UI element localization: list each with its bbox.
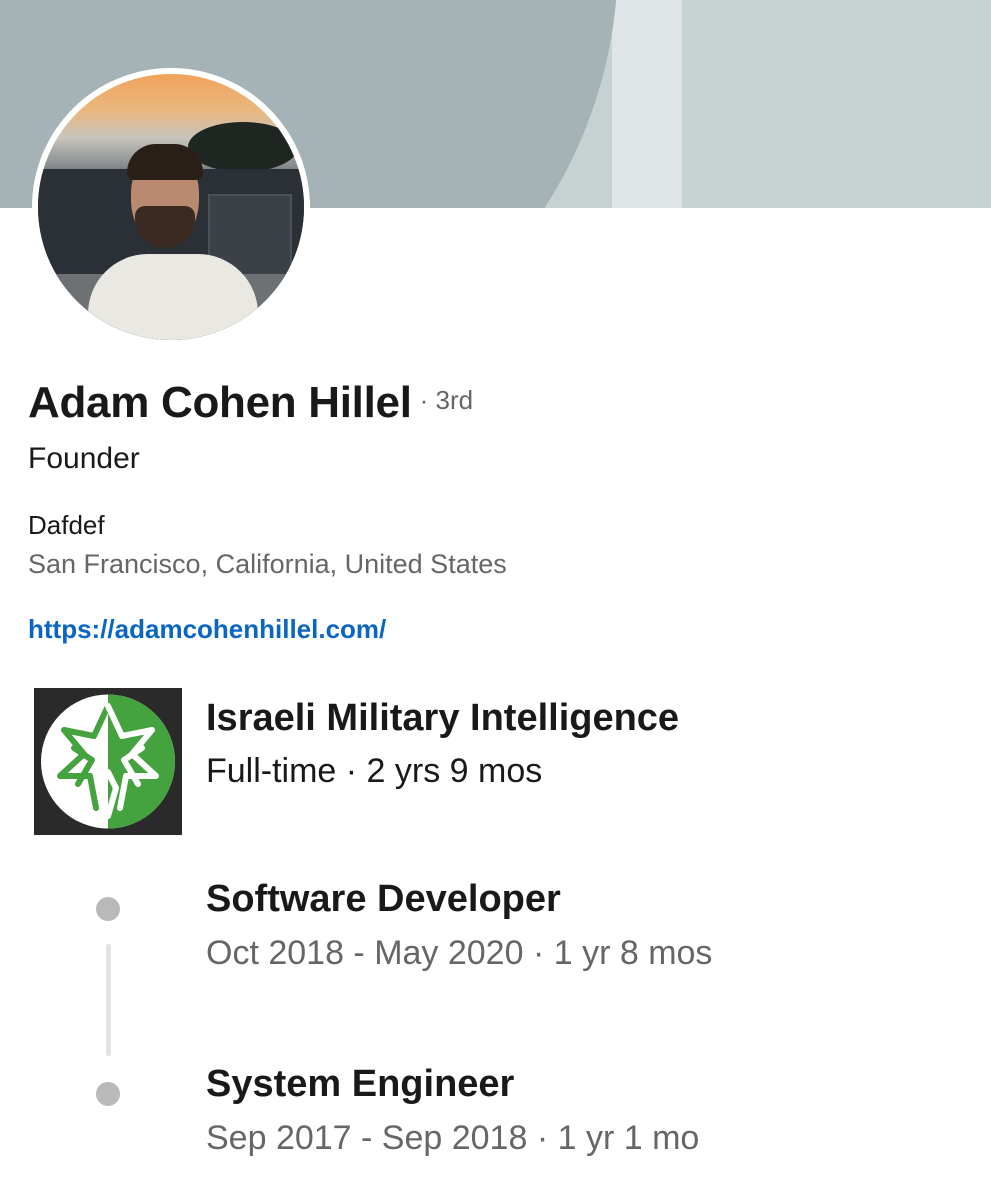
role-title[interactable]: Software Developer xyxy=(206,878,561,921)
intelligence-emblem-icon xyxy=(34,688,182,835)
profile-name-row: Adam Cohen Hillel · 3rd xyxy=(28,378,473,428)
role-title[interactable]: System Engineer xyxy=(206,1063,514,1106)
banner-stripe xyxy=(612,0,682,208)
profile-company[interactable]: Dafdef xyxy=(28,510,105,541)
avatar-photo-tree xyxy=(188,122,298,172)
company-logo[interactable] xyxy=(34,688,182,835)
timeline-connector xyxy=(106,944,111,1056)
timeline-dot xyxy=(96,1082,120,1106)
avatar-photo-hoodie xyxy=(88,254,258,340)
profile-website-link[interactable]: https://adamcohenhillel.com/ xyxy=(28,614,386,645)
profile-location: San Francisco, California, United States xyxy=(28,549,507,579)
profile-avatar[interactable] xyxy=(32,68,310,346)
timeline-dot xyxy=(96,897,120,921)
role-dates: Sep 2017 - Sep 2018 · 1 yr 1 mo xyxy=(206,1119,700,1157)
connection-degree: · 3rd xyxy=(419,385,474,415)
profile-name: Adam Cohen Hillel xyxy=(28,378,412,427)
experience-meta: Full-time · 2 yrs 9 mos xyxy=(206,752,543,790)
role-dates: Oct 2018 - May 2020 · 1 yr 8 mos xyxy=(206,934,713,972)
profile-headline: Founder xyxy=(28,442,140,475)
avatar-photo xyxy=(38,74,304,340)
avatar-photo-hair xyxy=(127,144,203,180)
experience-company[interactable]: Israeli Military Intelligence xyxy=(206,697,679,740)
